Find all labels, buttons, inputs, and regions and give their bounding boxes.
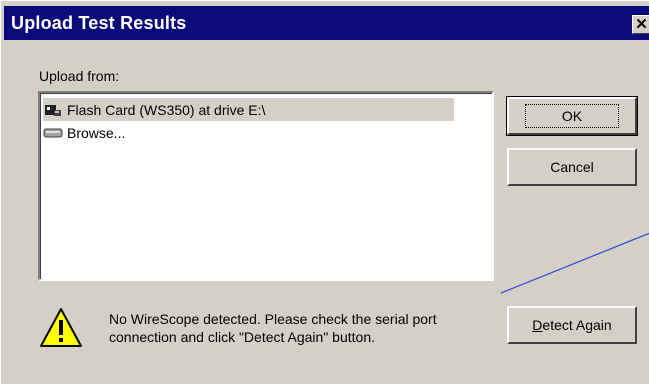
detect-again-label-rest: etect Again — [542, 317, 612, 333]
list-item-flash-card[interactable]: Flash Card (WS350) at drive E:\ — [43, 98, 454, 121]
dialog-title: Upload Test Results — [11, 13, 187, 33]
list-item-browse[interactable]: Browse... — [43, 121, 125, 144]
close-icon: ✕ — [635, 16, 648, 33]
warning-message: No WireScope detected. Please check the … — [109, 311, 437, 345]
flash-card-icon — [45, 104, 61, 116]
detect-again-mnemonic: D — [532, 317, 543, 333]
ok-button[interactable]: OK — [506, 96, 638, 136]
ok-button-label: OK — [524, 104, 620, 128]
upload-source-list[interactable]: Flash Card (WS350) at drive E:\ Browse..… — [38, 91, 494, 281]
warning-icon — [40, 308, 82, 347]
close-button[interactable]: ✕ — [632, 15, 649, 34]
detect-again-button[interactable]: Detect Again — [507, 306, 637, 344]
cancel-button[interactable]: Cancel — [507, 148, 637, 186]
cancel-button-label: Cancel — [550, 159, 594, 175]
upload-test-results-dialog: Upload Test Results ✕ Upload from: Flash… — [0, 0, 649, 384]
drive-icon — [43, 128, 63, 137]
list-item-label: Browse... — [67, 124, 126, 141]
title-bar[interactable]: Upload Test Results ✕ — [4, 6, 649, 40]
upload-from-label: Upload from: — [39, 68, 120, 84]
detect-again-label: Detect Again — [532, 317, 611, 333]
list-item-label: Flash Card (WS350) at drive E:\ — [67, 101, 266, 118]
